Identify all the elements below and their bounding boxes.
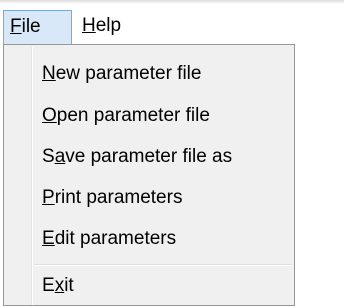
menu-item-label: ve parameter file as — [65, 146, 233, 167]
menu-item-mnemonic: N — [42, 63, 56, 84]
menu-bar: File Help — [0, 0, 344, 46]
menu-item-prefix: E — [42, 275, 55, 296]
menu-bar-shade — [0, 0, 344, 4]
menu-item-prefix: S — [42, 146, 55, 167]
menu-item-label: it — [64, 275, 74, 296]
menu-item-label: pen parameter file — [56, 105, 210, 126]
menu-item-edit-parameters[interactable]: Edit parameters — [42, 224, 176, 254]
menu-item-mnemonic: O — [42, 105, 57, 126]
menu-item-print-parameters[interactable]: Print parameters — [42, 183, 182, 213]
menu-item-label: dit parameters — [54, 228, 177, 249]
menu-item-open-parameter-file[interactable]: Open parameter file — [42, 101, 210, 131]
menu-file[interactable]: File — [3, 10, 72, 44]
menu-help[interactable]: Help — [76, 10, 136, 44]
menu-item-mnemonic: a — [54, 146, 66, 167]
menu-item-mnemonic: P — [42, 187, 55, 208]
menu-help-mnemonic: H — [82, 15, 96, 36]
menu-file-mnemonic: F — [10, 16, 22, 37]
menu-item-mnemonic: x — [54, 275, 65, 296]
icon-gutter-divider-highlight — [32, 47, 33, 305]
menu-separator — [34, 264, 292, 266]
menu-file-label: ile — [21, 16, 41, 37]
menu-item-mnemonic: E — [42, 228, 55, 249]
menu-item-label: ew parameter file — [55, 63, 202, 84]
menu-item-label: rint parameters — [54, 187, 183, 208]
menu-item-exit[interactable]: Exit — [42, 271, 74, 301]
menu-item-save-parameter-file-as[interactable]: Save parameter file as — [42, 142, 232, 172]
menu-help-label: elp — [95, 15, 122, 36]
file-dropdown-menu: New parameter file Open parameter file S… — [3, 44, 295, 306]
menu-item-new-parameter-file[interactable]: New parameter file — [42, 59, 201, 89]
